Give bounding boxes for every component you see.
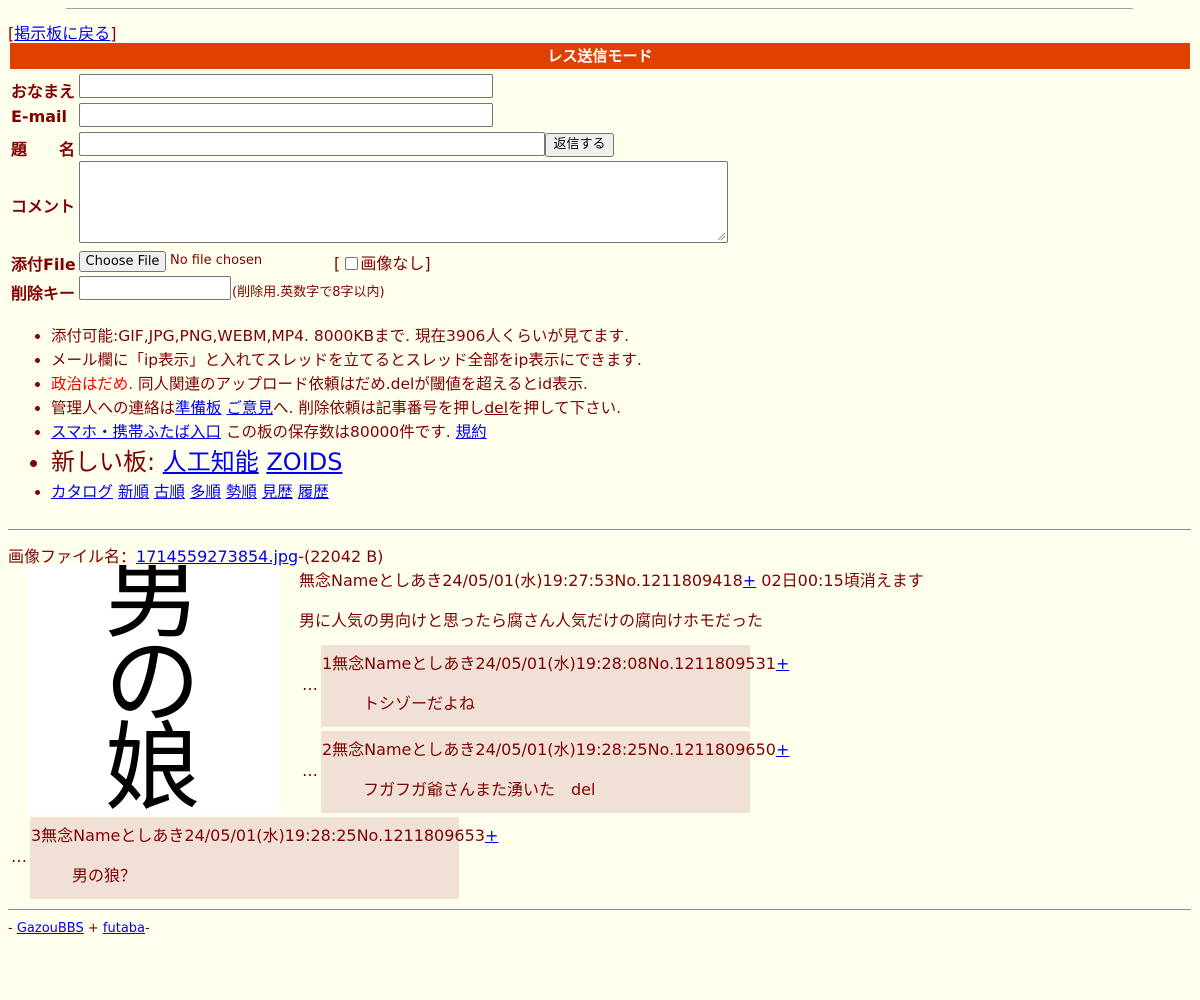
noimage-bracket-open: [	[334, 254, 341, 273]
submit-reply-button[interactable]: 返信する	[545, 133, 614, 157]
op-body: 男に人気の男向けと思ったら腐さん人気だけの腐向けホモだった	[299, 611, 764, 630]
op-plus-link[interactable]: +	[743, 571, 756, 590]
rule-item: メール欄に「ip表示」と入れてスレッドを立てるとスレッド全部をip表示にできます…	[51, 348, 642, 372]
reply-header: 2無念Nameとしあき24/05/01(水)19:28:25No.1211809…	[322, 736, 789, 760]
file-size: -(22042 B)	[298, 547, 384, 566]
op-image-thumbnail[interactable]: 男 の 娘	[28, 565, 277, 815]
footer-text: -	[145, 921, 150, 936]
sort-links-item: カタログ 新順 古順 多順 勢順 見歴 履歴	[51, 480, 642, 504]
rule-text: を押して下さい.	[508, 399, 621, 417]
no-image-checkbox[interactable]	[345, 257, 359, 270]
email-input[interactable]	[79, 103, 493, 127]
no-image-label: 画像なし	[360, 254, 425, 273]
reply-post: 1無念Nameとしあき24/05/01(水)19:28:08No.1211809…	[321, 645, 789, 727]
reply-post: 3無念Nameとしあき24/05/01(水)19:28:25No.1211809…	[30, 817, 498, 899]
no-image-option: [ 画像なし]	[334, 250, 431, 274]
name-input[interactable]	[79, 74, 493, 98]
image-file-link[interactable]: 1714559273854.jpg	[136, 547, 298, 566]
sort-new-link[interactable]: 新順	[118, 483, 149, 501]
reply-indent-marker: …	[302, 761, 318, 780]
thread-divider	[8, 529, 1191, 530]
rule-item: 添付可能:GIF,JPG,PNG,WEBM,MP4. 8000KBまで. 現在3…	[51, 324, 642, 348]
rule-text: 同人関連のアップロード依頼はだめ.delが閾値を超えるとid表示.	[133, 375, 588, 393]
back-link-wrapper: [掲示板に戻る]	[8, 20, 117, 44]
file-label: 添付File	[11, 255, 76, 274]
post-history-link[interactable]: 履歴	[298, 483, 329, 501]
gazoubbs-link[interactable]: GazouBBS	[17, 921, 84, 936]
comment-textarea[interactable]	[79, 161, 728, 243]
subject-input[interactable]	[79, 132, 545, 156]
del-link[interactable]: del	[484, 399, 508, 417]
reply-header: 1無念Nameとしあき24/05/01(水)19:28:08No.1211809…	[322, 650, 789, 674]
sort-old-link[interactable]: 古順	[154, 483, 185, 501]
reply-body: トシゾーだよね	[363, 694, 476, 713]
thumbnail-text: 男 の 娘	[28, 565, 277, 815]
file-info: 画像ファイル名：1714559273854.jpg-(22042 B)	[8, 543, 383, 567]
new-boards-item: 新しい板: 人工知能 ZOIDS	[51, 444, 642, 480]
reply-plus-link[interactable]: +	[776, 654, 789, 673]
back-to-board-link[interactable]: 掲示板に戻る	[14, 24, 110, 43]
feedback-link[interactable]: ご意見	[226, 399, 273, 417]
rule-text: 管理人への連絡は	[51, 399, 176, 417]
reply-meta: 3無念Nameとしあき24/05/01(水)19:28:25No.1211809…	[31, 826, 485, 845]
choose-file-button[interactable]: Choose File	[79, 251, 166, 272]
no-file-chosen-text: No file chosen	[170, 253, 263, 268]
delete-key-label: 削除キー	[11, 284, 76, 303]
reply-meta: 1無念Nameとしあき24/05/01(水)19:28:08No.1211809…	[322, 654, 776, 673]
reply-mode-bar: レス送信モード	[10, 43, 1190, 69]
email-label: E-mail	[11, 107, 68, 126]
terms-link[interactable]: 規約	[456, 423, 487, 441]
politics-warning: 政治はだめ.	[51, 375, 134, 393]
noimage-bracket-close: ]	[424, 254, 431, 273]
rule-text: 添付可能:GIF,JPG,PNG,WEBM,MP4. 8000KBまで. 現在3…	[51, 327, 630, 345]
op-header: 無念Nameとしあき24/05/01(水)19:27:53No.12118094…	[299, 567, 924, 591]
top-divider	[66, 8, 1133, 9]
rule-text: へ. 削除依頼は記事番号を押し	[272, 399, 485, 417]
futaba-link[interactable]: futaba	[103, 921, 145, 936]
op-expire: 02日00:15頃消えます	[756, 571, 924, 590]
rules-list: 添付可能:GIF,JPG,PNG,WEBM,MP4. 8000KBまで. 現在3…	[11, 324, 642, 504]
subject-label: 題 名	[11, 140, 76, 159]
prep-board-link[interactable]: 準備板	[175, 399, 222, 417]
reply-indent-marker: …	[302, 675, 318, 694]
resize-handle-icon[interactable]	[716, 231, 726, 241]
ai-board-link[interactable]: 人工知能	[163, 448, 259, 476]
name-label: おなまえ	[11, 82, 76, 101]
reply-meta: 2無念Nameとしあき24/05/01(水)19:28:25No.1211809…	[322, 740, 776, 759]
delete-key-input[interactable]	[79, 276, 231, 300]
rule-item: 管理人への連絡は準備板 ご意見へ. 削除依頼は記事番号を押しdelを押して下さい…	[51, 396, 642, 420]
rule-item: 政治はだめ. 同人関連のアップロード依頼はだめ.delが閾値を超えるとid表示.	[51, 372, 642, 396]
footer-divider	[8, 909, 1191, 910]
reply-post: 2無念Nameとしあき24/05/01(水)19:28:25No.1211809…	[321, 731, 789, 813]
reply-plus-link[interactable]: +	[485, 826, 498, 845]
sort-momentum-link[interactable]: 勢順	[226, 483, 257, 501]
view-history-link[interactable]: 見歴	[262, 483, 293, 501]
rule-text: メール欄に「ip表示」と入れてスレッドを立てるとスレッド全部をip表示にできます…	[51, 351, 642, 369]
reply-header: 3無念Nameとしあき24/05/01(水)19:28:25No.1211809…	[31, 822, 498, 846]
zoids-board-link[interactable]: ZOIDS	[266, 448, 342, 476]
op-meta: 無念Nameとしあき24/05/01(水)19:27:53No.12118094…	[299, 571, 743, 590]
reply-indent-marker: …	[11, 847, 27, 866]
footer-text: -	[8, 921, 17, 936]
comment-label: コメント	[11, 197, 76, 216]
reply-plus-link[interactable]: +	[776, 740, 789, 759]
footer: - GazouBBS + futaba-	[8, 921, 150, 936]
mobile-entrance-link[interactable]: スマホ・携帯ふたば入口	[51, 423, 221, 441]
sort-many-link[interactable]: 多順	[190, 483, 221, 501]
bracket-close: ]	[110, 24, 117, 43]
footer-text: +	[83, 921, 103, 936]
reply-body: 男の狼？	[72, 866, 137, 885]
reply-body: フガフガ爺さんまた湧いた del	[363, 780, 596, 799]
file-prefix: 画像ファイル名：	[8, 547, 137, 566]
delete-key-note: (削除用.英数字で8字以内)	[232, 285, 385, 300]
catalog-link[interactable]: カタログ	[51, 483, 113, 501]
thumb-char: 娘	[104, 712, 201, 815]
new-boards-label: 新しい板:	[51, 448, 163, 476]
rule-item: スマホ・携帯ふたば入口 この板の保存数は80000件です. 規約	[51, 420, 642, 444]
rule-text: この板の保存数は80000件です.	[221, 423, 456, 441]
